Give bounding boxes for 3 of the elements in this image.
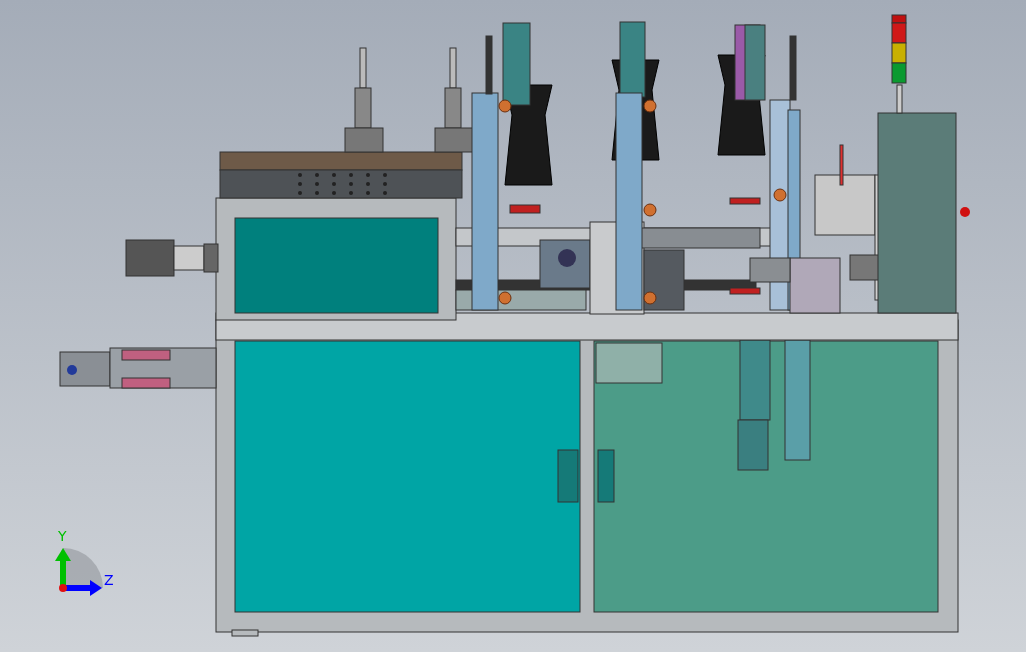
origin-dot-icon	[59, 584, 67, 592]
axis-label: Y	[58, 528, 67, 544]
axis-label: Z	[104, 572, 114, 588]
